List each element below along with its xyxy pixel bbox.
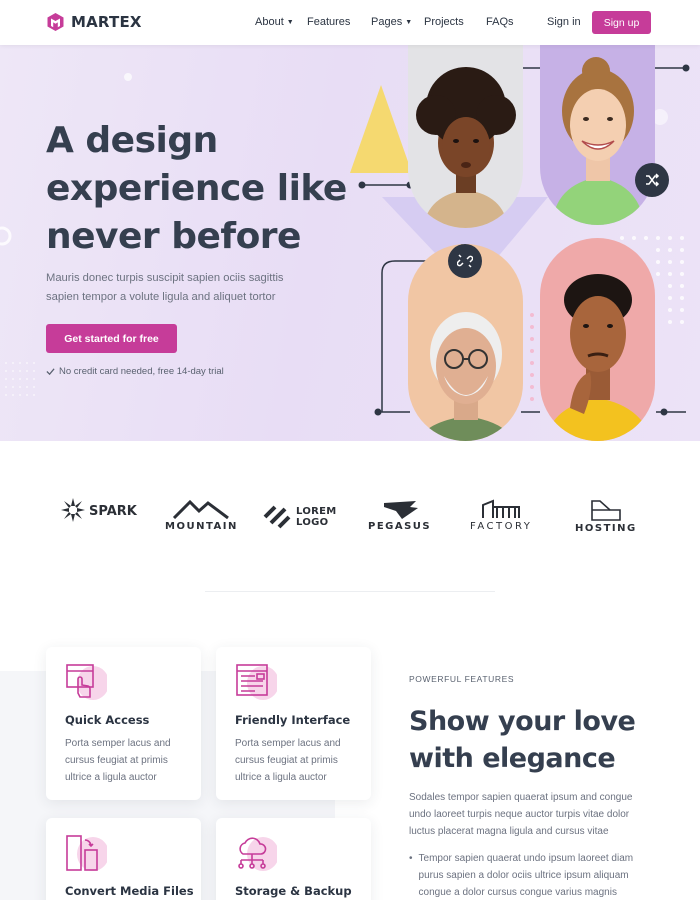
brand-spark-label: SPARK — [89, 503, 137, 519]
shuffle-badge — [635, 163, 669, 197]
hosting-logo-icon — [591, 500, 621, 521]
brand-lorem-label: LOREM LOGO — [296, 506, 337, 528]
feature-card-quick-access: Quick Access Porta semper lacus and curs… — [46, 647, 201, 800]
shuffle-icon — [646, 173, 660, 187]
card-text: Porta semper lacus and cursus feugiat at… — [235, 738, 341, 783]
portrait-man-thinking — [540, 238, 655, 441]
features-bullet-text: Tempor sapien quaerat undo ipsum laoreet… — [418, 853, 634, 898]
feature-card-friendly-interface: Friendly Interface Porta semper lacus an… — [216, 647, 371, 800]
portrait-woman-curly-hair — [408, 45, 523, 228]
nav-features-label: Features — [307, 16, 351, 28]
trial-note-text: No credit card needed, free 14-day trial — [59, 366, 224, 377]
brand-logo-mountain: MOUNTAIN — [165, 499, 238, 532]
brand-logo-lorem: LOREM LOGO — [263, 503, 338, 529]
lorem-logo-icon — [263, 505, 291, 529]
bullet-dot-icon: • — [409, 853, 413, 864]
pegasus-logo-icon — [383, 501, 418, 519]
nav-item-about[interactable]: About ▼ — [255, 16, 294, 28]
hero-title: A design experience like never before — [46, 120, 347, 257]
feature-card-convert-media: Convert Media Files — [46, 818, 201, 900]
features-description: Sodales tempor sapien quaerat ipsum and … — [409, 792, 633, 837]
trial-note: No credit card needed, free 14-day trial — [46, 366, 224, 377]
get-started-button[interactable]: Get started for free — [46, 324, 177, 353]
hero-description: Mauris donec turpis suscipit sapien ocii… — [46, 272, 284, 303]
card-title: Storage & Backup — [235, 884, 352, 898]
chevron-down-icon: ▼ — [286, 19, 294, 26]
cloud-network-icon — [238, 837, 277, 871]
features-eyebrow: POWERFUL FEATURES — [409, 674, 515, 684]
card-title: Quick Access — [65, 713, 150, 727]
nav-faqs-label: FAQs — [486, 16, 514, 28]
check-icon — [46, 368, 55, 376]
touch-screen-icon — [66, 664, 107, 700]
feature-card-storage-backup: Storage & Backup — [216, 818, 371, 900]
nav-item-features[interactable]: Features — [307, 16, 350, 28]
brand-pegasus-label: PEGASUS — [368, 521, 432, 532]
nav-item-projects[interactable]: Projects — [424, 16, 464, 28]
nav-item-faqs[interactable]: FAQs — [486, 16, 514, 28]
chevron-down-icon: ▼ — [405, 19, 413, 26]
brand-name: MARTEX — [71, 13, 142, 31]
top-navbar: MARTEX About ▼ Features Pages ▼ Projects F… — [0, 0, 700, 45]
mountain-logo-icon — [173, 499, 230, 519]
hero-section: A design experience like never before Ma… — [0, 45, 700, 441]
spark-logo-icon — [61, 498, 85, 522]
factory-logo-icon — [482, 499, 521, 518]
card-title: Convert Media Files — [65, 884, 194, 898]
sign-up-button[interactable]: Sign up — [592, 11, 651, 34]
brand-mountain-label: MOUNTAIN — [165, 521, 238, 532]
brand-factory-label: FACTORY — [470, 521, 533, 532]
nav-pages-label: Pages — [371, 16, 403, 28]
nav-projects-label: Projects — [424, 16, 464, 28]
portrait-woman-laughing — [540, 45, 655, 225]
broken-link-icon — [457, 254, 473, 268]
card-text: Porta semper lacus and cursus feugiat at… — [65, 738, 171, 783]
martex-logo-icon — [47, 13, 64, 31]
features-bullet-item: • Tempor sapien quaerat undo ipsum laore… — [409, 850, 659, 900]
convert-files-icon — [66, 835, 107, 871]
sign-in-link[interactable]: Sign in — [547, 16, 581, 28]
nav-about-label: About — [255, 16, 284, 28]
card-title: Friendly Interface — [235, 713, 351, 727]
brand-logo-factory: FACTORY — [470, 499, 532, 532]
brand-logo-hosting: HOSTING — [575, 499, 637, 534]
features-title: Show your love with elegance — [409, 706, 636, 774]
brand-hosting-label: HOSTING — [575, 523, 637, 534]
section-divider — [205, 591, 495, 592]
brand-logo-spark: SPARK — [60, 497, 137, 523]
nav-item-pages[interactable]: Pages ▼ — [371, 16, 412, 28]
browser-layout-icon — [236, 664, 277, 700]
link-badge — [448, 244, 482, 278]
brand-logo[interactable]: MARTEX — [46, 12, 142, 32]
brand-logo-pegasus: PEGASUS — [368, 499, 431, 532]
